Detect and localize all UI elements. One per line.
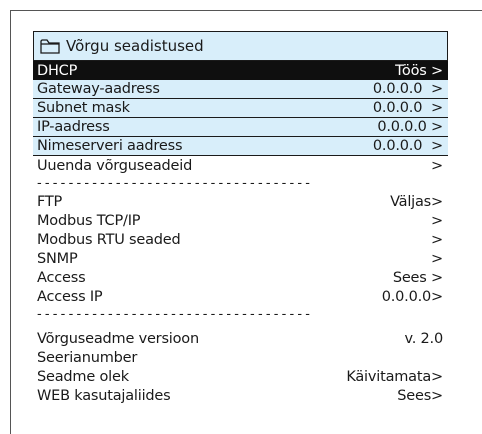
- menu-item-nameserver-address[interactable]: Nimeserveri aadress 0.0.0.0 >: [33, 137, 448, 156]
- menu-item-label: Subnet mask: [37, 100, 130, 116]
- menu-item-value: v. 2.0: [404, 330, 443, 347]
- menu-item-value: >: [431, 157, 443, 174]
- menu-item-label: Võrguseadme versioon: [37, 330, 199, 347]
- menu-item-label: Access: [37, 269, 86, 286]
- folder-icon: [40, 39, 60, 54]
- menu-item-dhcp[interactable]: DHCP Töös >: [33, 61, 448, 80]
- screen-title: Võrgu seadistused: [66, 37, 204, 55]
- menu-item-network-device-version: Võrguseadme versioon v. 2.0: [33, 329, 448, 348]
- menu-item-snmp[interactable]: SNMP >: [33, 249, 448, 268]
- menu-item-label: Modbus RTU seaded: [37, 231, 181, 248]
- menu-item-ftp[interactable]: FTP Väljas>: [33, 192, 448, 211]
- menu-item-value: Käivitamata>: [346, 368, 443, 385]
- menu-item-label: Nimeserveri aadress: [37, 138, 183, 154]
- menu-item-subnet-mask[interactable]: Subnet mask 0.0.0.0 >: [33, 99, 448, 118]
- section-separator: -----------------------------------: [37, 176, 314, 191]
- menu-item-label: Seerianumber: [37, 349, 138, 366]
- menu-item-value: >: [431, 250, 443, 267]
- menu-item-value: >: [431, 231, 443, 248]
- menu-item-modbus-tcp-ip[interactable]: Modbus TCP/IP >: [33, 211, 448, 230]
- screen-header: Võrgu seadistused: [33, 31, 448, 61]
- menu-item-access[interactable]: Access Sees >: [33, 268, 448, 287]
- menu-item-gateway-address[interactable]: Gateway-aadress 0.0.0.0 >: [33, 80, 448, 99]
- menu-item-label: Uuenda võrguseadeid: [37, 157, 193, 174]
- menu-item-label: Access IP: [37, 288, 103, 305]
- menu-item-access-ip[interactable]: Access IP 0.0.0.0>: [33, 287, 448, 306]
- menu-item-value: Sees >: [392, 269, 443, 286]
- menu-item-value: >: [431, 212, 443, 229]
- menu-item-web-interface[interactable]: WEB kasutajaliides Sees>: [33, 386, 448, 405]
- window-frame-top: [10, 10, 482, 11]
- menu-item-update-network-settings[interactable]: Uuenda võrguseadeid >: [33, 156, 448, 175]
- menu-item-label: DHCP: [37, 62, 78, 79]
- menu-item-value: Töös >: [395, 62, 443, 79]
- menu-item-label: Gateway-aadress: [37, 81, 160, 97]
- window-frame-left: [10, 10, 11, 434]
- menu-item-value: Väljas>: [390, 193, 443, 210]
- menu-item-device-state[interactable]: Seadme olek Käivitamata>: [33, 367, 448, 386]
- menu-item-label: WEB kasutajaliides: [37, 387, 171, 404]
- menu-item-serial-number: Seerianumber: [33, 348, 448, 367]
- menu-item-value: 0.0.0.0 >: [372, 81, 443, 97]
- menu-item-modbus-rtu-settings[interactable]: Modbus RTU seaded >: [33, 230, 448, 249]
- section-separator: -----------------------------------: [37, 307, 314, 322]
- menu-item-label: FTP: [37, 193, 63, 210]
- menu-item-value: 0.0.0.0>: [381, 288, 443, 305]
- menu-item-label: IP-aadress: [37, 119, 110, 135]
- menu-item-value: 0.0.0.0 >: [372, 138, 443, 154]
- network-settings-panel: Võrgu seadistused DHCP Töös > Gateway-aa…: [33, 31, 448, 405]
- menu-item-label: SNMP: [37, 250, 78, 267]
- menu-item-label: Seadme olek: [37, 368, 129, 385]
- menu-item-value: 0.0.0.0 >: [372, 100, 443, 116]
- menu-item-label: Modbus TCP/IP: [37, 212, 141, 229]
- menu-item-value: 0.0.0.0 >: [377, 119, 443, 135]
- menu-item-ip-address[interactable]: IP-aadress 0.0.0.0 >: [33, 118, 448, 137]
- menu-item-value: Sees>: [397, 387, 443, 404]
